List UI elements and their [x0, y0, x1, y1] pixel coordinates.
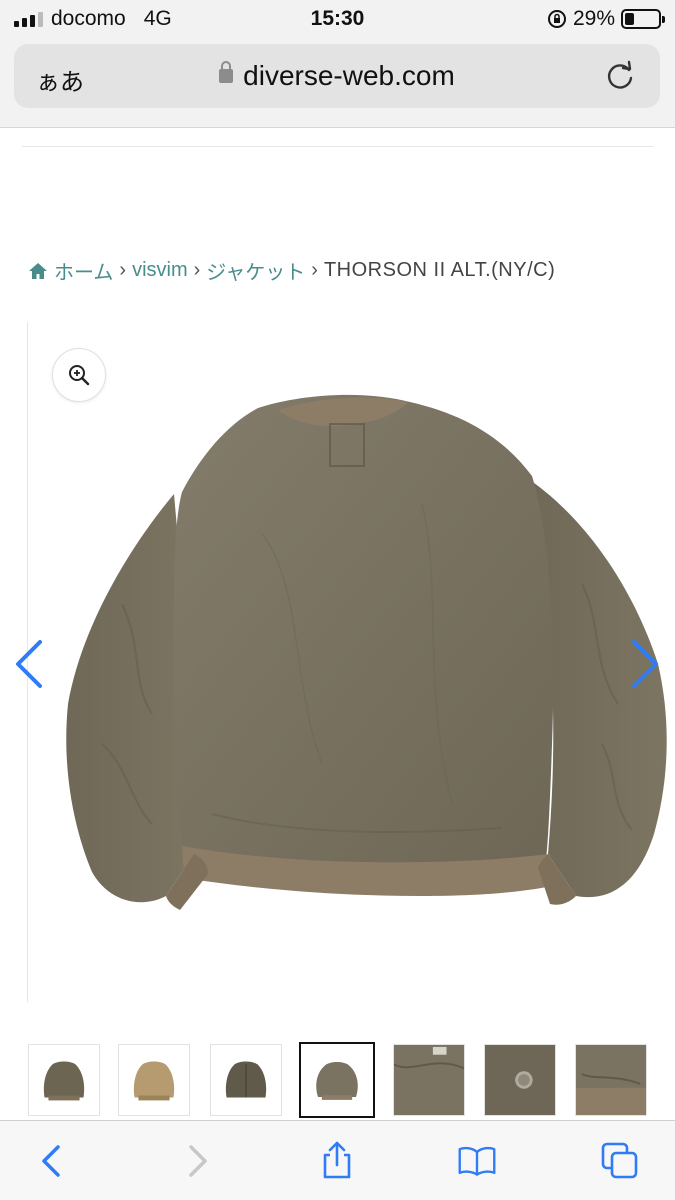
bookmarks-icon[interactable]	[457, 1141, 497, 1181]
header-divider	[22, 146, 653, 147]
url-text: diverse-web.com	[243, 60, 455, 91]
battery-icon	[621, 9, 665, 29]
breadcrumb: ホーム › visvim › ジャケット › THORSON II ALT.(N…	[28, 256, 555, 285]
thumbnail-2[interactable]	[118, 1044, 190, 1116]
thumbnail-3[interactable]	[210, 1044, 282, 1116]
breadcrumb-separator: ›	[193, 259, 201, 281]
breadcrumb-separator: ›	[119, 259, 127, 281]
lock-icon	[219, 61, 234, 83]
breadcrumb-brand-link[interactable]: visvim	[132, 259, 188, 282]
thumbnail-1[interactable]	[28, 1044, 100, 1116]
breadcrumb-current-page: THORSON II ALT.(NY/C)	[323, 259, 556, 281]
browser-toolbar	[0, 1120, 675, 1200]
previous-image-arrow-icon[interactable]	[12, 638, 48, 690]
browser-chrome: docomo 4G 15:30 29% ぁあ diverse-web.com	[0, 0, 675, 128]
thumbnail-5[interactable]	[393, 1044, 465, 1116]
product-image-gallery[interactable]	[0, 322, 675, 1002]
home-icon[interactable]	[28, 261, 48, 281]
breadcrumb-separator: ›	[311, 259, 318, 281]
tabs-icon[interactable]	[600, 1141, 640, 1181]
share-icon[interactable]	[317, 1141, 357, 1181]
status-bar: docomo 4G 15:30 29%	[0, 0, 675, 38]
orientation-lock-icon	[547, 10, 566, 28]
back-icon[interactable]	[32, 1141, 72, 1181]
thumbnail-strip	[0, 1040, 675, 1120]
address-bar[interactable]: ぁあ diverse-web.com	[14, 44, 660, 108]
next-image-arrow-icon[interactable]	[626, 638, 662, 690]
product-main-image[interactable]	[62, 384, 668, 924]
breadcrumb-category-link[interactable]: ジャケット	[206, 256, 305, 285]
breadcrumb-home-link[interactable]: ホーム	[54, 256, 113, 285]
thumbnail-6[interactable]	[484, 1044, 556, 1116]
url-display[interactable]: diverse-web.com	[14, 60, 660, 92]
reload-icon[interactable]	[602, 58, 638, 94]
battery-percent: 29%	[572, 7, 615, 30]
forward-icon[interactable]	[177, 1141, 217, 1181]
thumbnail-4-active[interactable]	[299, 1042, 375, 1118]
thumbnail-7[interactable]	[575, 1044, 647, 1116]
